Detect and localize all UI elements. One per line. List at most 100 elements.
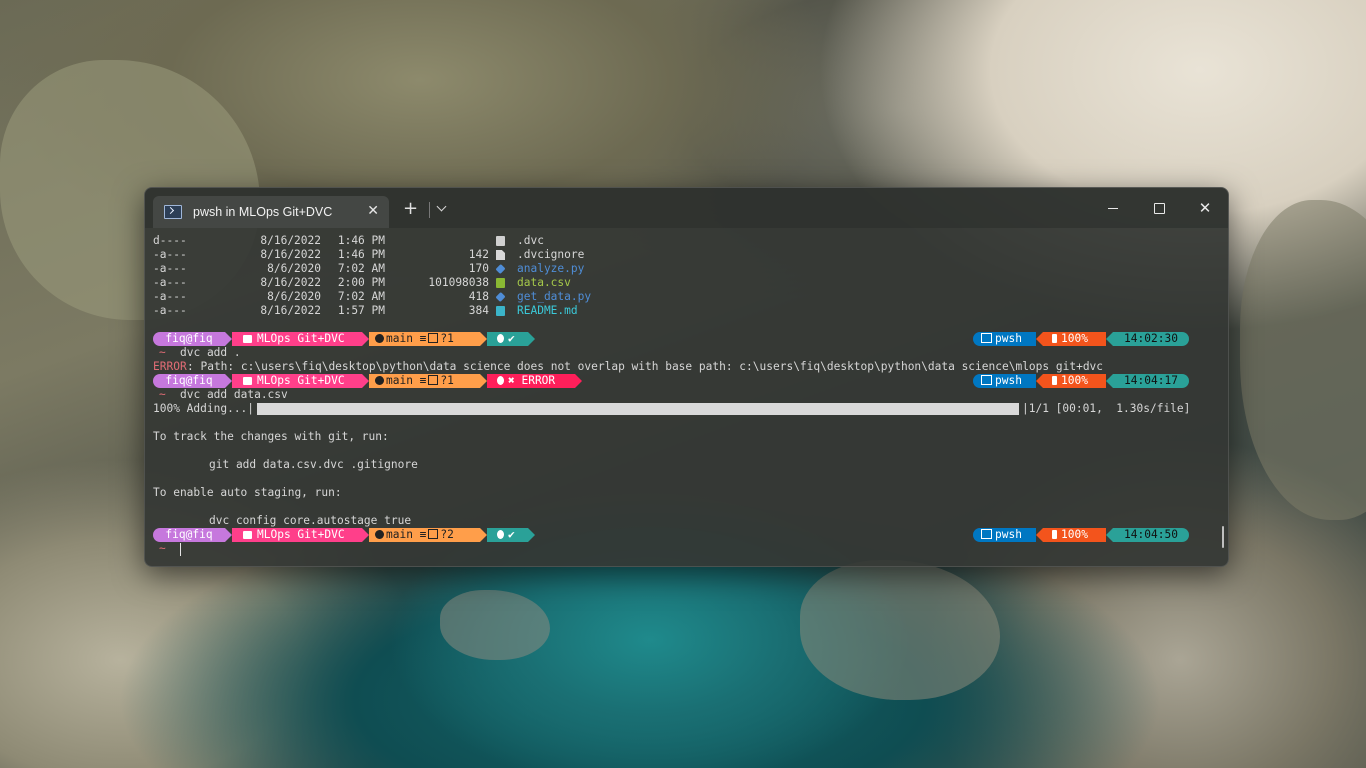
prompt-status: ✖ ERROR [487, 374, 575, 388]
prompt-battery-text: 100% [1061, 374, 1088, 387]
powerline-separator [480, 332, 487, 346]
powerline-separator [1036, 374, 1043, 388]
progress-status: |1/1 [00:01, 1.30s/file] [1022, 402, 1191, 415]
prompt-line: fiq@fiq MLOps Git+DVC main ≡ ?2 ✔ pwsh 100% 14:… [153, 528, 1213, 542]
prompt-battery: 100% [1043, 528, 1106, 542]
tab-close-icon[interactable]: ✕ [367, 203, 379, 219]
python-icon [495, 291, 506, 303]
prompt-battery: 100% [1043, 332, 1106, 346]
file-mode: d---- [153, 234, 187, 247]
file-name: .dvcignore [517, 248, 585, 261]
prompt-changes: ?2 [440, 528, 454, 541]
file-date: 8/6/2020 [267, 290, 321, 303]
file-time: 1:46 PM [337, 234, 385, 247]
prompt-shell-text: pwsh [995, 528, 1022, 541]
prompt-git-text: main ≡ [386, 332, 427, 345]
changes-icon [428, 333, 439, 343]
file-name: README.md [517, 304, 578, 317]
stage-hint: To enable auto staging, run: [153, 486, 342, 499]
prompt-time: 14:04:50 [1113, 528, 1189, 542]
prompt-changes: ?1 [440, 374, 454, 387]
prompt-tilde: ~ [159, 388, 166, 401]
github-icon [375, 334, 384, 343]
command-text: dvc add . [180, 346, 241, 359]
output-line: dvc config core.autostage true [153, 514, 1213, 528]
prompt-time: 14:02:30 [1113, 332, 1189, 346]
wallpaper-rock [440, 590, 550, 660]
prompt-folder: MLOps Git+DVC [232, 374, 362, 388]
prompt-status-text: ✔ [508, 528, 515, 541]
tab-title: pwsh in MLOps Git+DVC [193, 205, 333, 219]
powerline-separator [362, 374, 369, 388]
prompt-git: main ≡ ?2 [369, 528, 480, 542]
terminal-icon [981, 375, 992, 385]
powerline-separator [1036, 528, 1043, 542]
file-name: analyze.py [517, 262, 585, 275]
powerline-separator [528, 332, 535, 346]
prompt-user: fiq@fiq [153, 374, 225, 388]
prompt-changes: ?1 [440, 332, 454, 345]
prompt-folder-text: MLOps Git+DVC [257, 332, 345, 345]
title-bar[interactable]: pwsh in MLOps Git+DVC ✕ + ✕ [145, 188, 1228, 228]
prompt-time-text: 14:04:50 [1124, 528, 1178, 541]
prompt-shell-text: pwsh [995, 332, 1022, 345]
tab-pwsh[interactable]: pwsh in MLOps Git+DVC ✕ [153, 196, 389, 228]
file-time: 7:02 AM [337, 262, 385, 275]
prompt-time-text: 14:04:17 [1124, 374, 1178, 387]
command-line: ~ dvc add . [153, 346, 1213, 360]
powerline-separator [362, 528, 369, 542]
github-icon [375, 376, 384, 385]
prompt-folder: MLOps Git+DVC [232, 332, 362, 346]
battery-icon [1052, 376, 1057, 385]
prompt-user: fiq@fiq [153, 332, 225, 346]
powerline-separator [225, 332, 232, 346]
output-line: To enable auto staging, run: [153, 486, 1213, 500]
prompt-line: fiq@fiq MLOps Git+DVC main ≡ ?1 ✖ ERROR pwsh 1… [153, 374, 1213, 388]
csv-icon [496, 278, 505, 288]
maximize-icon [1153, 202, 1165, 214]
prompt-user-text: fiq@fiq [165, 528, 213, 541]
folder-icon [496, 236, 505, 246]
list-item: -a--- 8/6/2020 7:02 AM 418 get_data.py [153, 290, 1213, 304]
prompt-shell: pwsh [973, 528, 1036, 542]
battery-icon [1052, 334, 1057, 343]
console-output[interactable]: d---- 8/16/2022 1:46 PM .dvc -a--- 8/16/2022 1… [153, 234, 1213, 560]
prompt-shell-text: pwsh [995, 374, 1022, 387]
close-button[interactable]: ✕ [1182, 192, 1228, 224]
prompt-status: ✔ [487, 528, 528, 542]
new-tab-button[interactable]: + [403, 199, 418, 219]
file-name: .dvc [517, 234, 544, 247]
scrollbar[interactable] [1222, 526, 1224, 548]
prompt-git: main ≡ ?1 [369, 332, 480, 346]
powerline-separator [480, 528, 487, 542]
prompt-tilde: ~ [159, 346, 166, 359]
file-time: 2:00 PM [337, 276, 385, 289]
minimize-button[interactable] [1090, 192, 1136, 224]
tab-divider [429, 202, 430, 218]
terminal-icon [981, 333, 992, 343]
folder-icon [243, 335, 252, 343]
prompt-git: main ≡ ?1 [369, 374, 480, 388]
list-item: -a--- 8/16/2022 2:00 PM 101098038 data.csv [153, 276, 1213, 290]
file-icon [496, 250, 505, 260]
prompt-battery-text: 100% [1061, 332, 1088, 345]
prompt-git-text: main ≡ [386, 528, 427, 541]
file-length: 101098038 [428, 276, 489, 289]
powerline-separator [225, 528, 232, 542]
file-date: 8/16/2022 [260, 304, 321, 317]
maximize-button[interactable] [1136, 192, 1182, 224]
minimize-icon [1108, 207, 1118, 209]
progress-label: 100% Adding...| [153, 402, 255, 415]
chevron-down-icon[interactable] [436, 201, 447, 212]
prompt-shell: pwsh [973, 332, 1036, 346]
command-line: ~ dvc add data.csv [153, 388, 1213, 402]
prompt-time-text: 14:02:30 [1124, 332, 1178, 345]
prompt-status: ✔ [487, 332, 528, 346]
markdown-icon [496, 306, 505, 316]
input-line[interactable]: ~ [153, 542, 1213, 556]
battery-icon [1052, 530, 1057, 539]
powerline-separator [1036, 332, 1043, 346]
wallpaper-rock [800, 560, 1000, 700]
prompt-git-text: main ≡ [386, 374, 427, 387]
